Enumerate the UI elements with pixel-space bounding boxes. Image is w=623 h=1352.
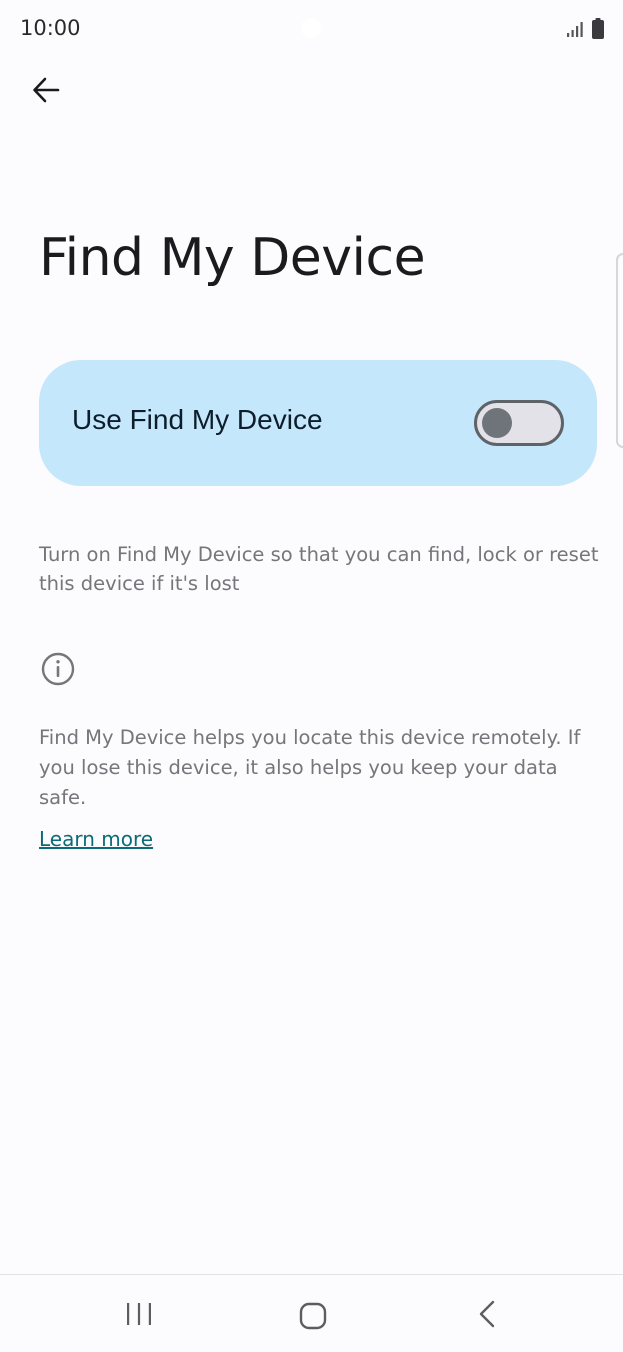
switch-knob bbox=[482, 408, 512, 438]
battery-icon bbox=[592, 18, 604, 39]
home-icon[interactable] bbox=[298, 1301, 328, 1331]
use-find-my-device-toggle-card[interactable]: Use Find My Device bbox=[39, 360, 597, 486]
info-text: Find My Device helps you locate this dev… bbox=[39, 726, 581, 809]
status-time: 10:00 bbox=[20, 16, 81, 40]
scroll-indicator bbox=[616, 253, 623, 448]
toggle-description: Turn on Find My Device so that you can f… bbox=[39, 543, 599, 595]
page-title: Find My Device bbox=[39, 228, 426, 288]
status-bar: 10:00 bbox=[0, 0, 623, 56]
toggle-label: Use Find My Device bbox=[72, 404, 323, 435]
info-icon bbox=[41, 652, 75, 686]
back-button[interactable] bbox=[24, 70, 68, 110]
use-find-my-device-switch[interactable] bbox=[474, 400, 564, 446]
recents-icon[interactable] bbox=[124, 1301, 154, 1327]
arrow-back-icon bbox=[33, 77, 60, 103]
camera-cutout bbox=[301, 18, 321, 38]
learn-more-link[interactable]: Learn more bbox=[39, 827, 153, 851]
nav-back-icon[interactable] bbox=[475, 1299, 499, 1329]
navigation-bar bbox=[0, 1274, 623, 1352]
signal-bars-icon bbox=[567, 22, 583, 37]
